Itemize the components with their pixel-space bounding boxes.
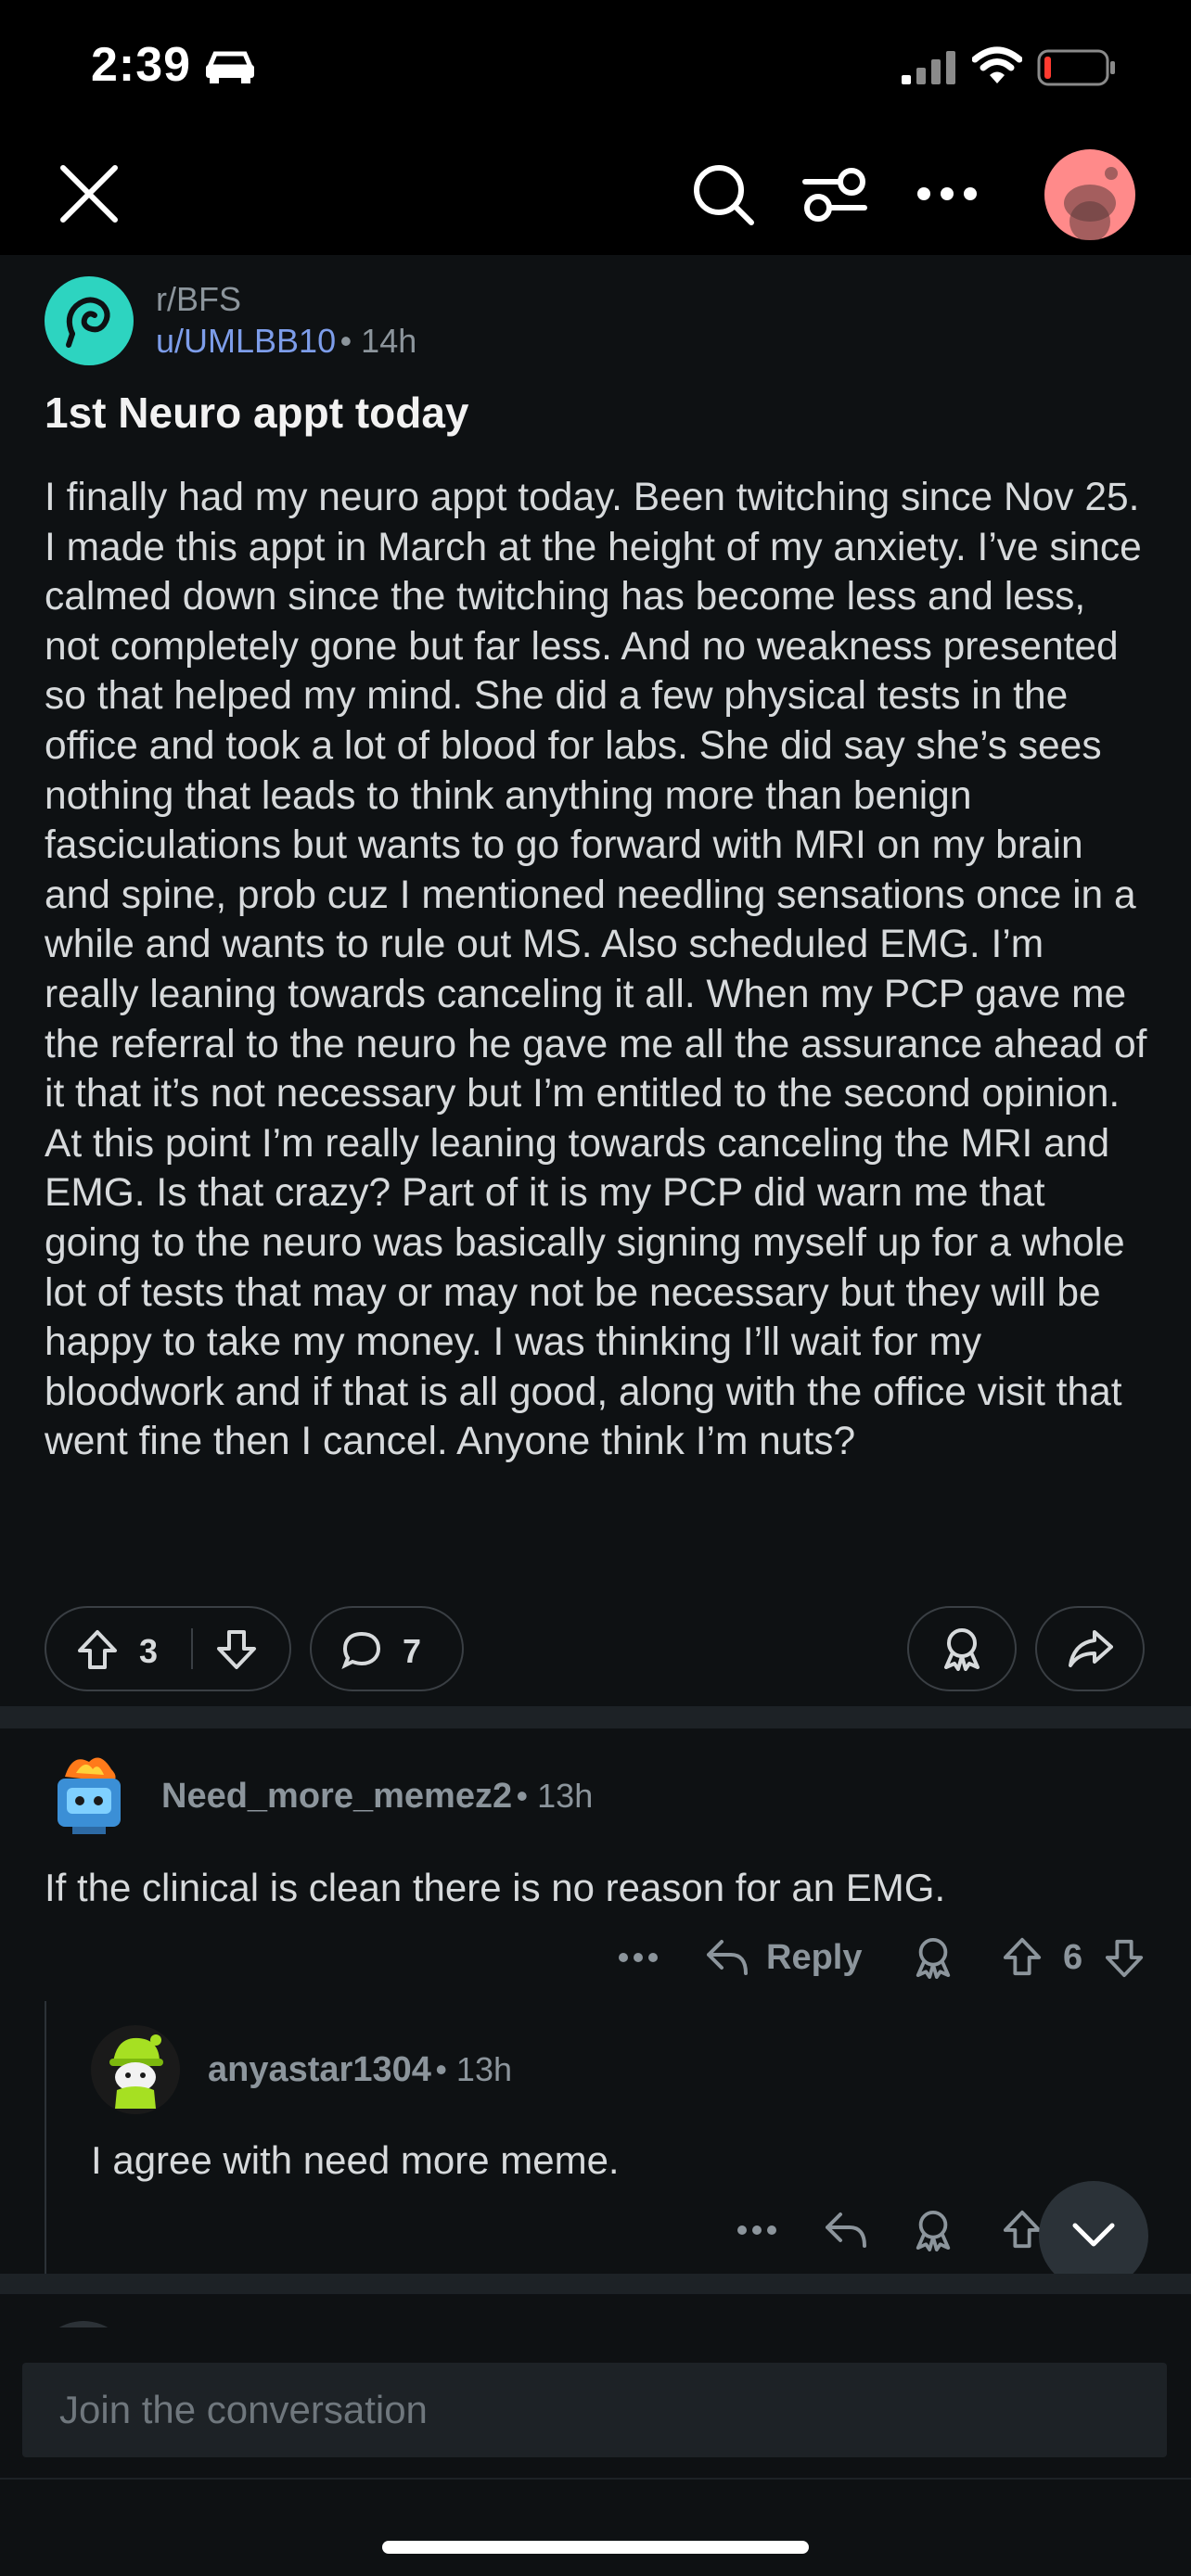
wifi-icon [972,46,1022,83]
dot-separator: • [339,322,362,360]
status-time: 2:39 [91,38,192,92]
comment-award-icon[interactable] [913,2209,954,2251]
comment-more-icon[interactable] [618,1951,659,1964]
status-bar: 2:39 [0,0,1191,139]
comment-text: I agree with need more meme. [91,2138,620,2182]
post-age: 14h [361,322,417,360]
post-author[interactable]: u/UMLBB10 [156,322,336,360]
comment-count: 7 [403,1632,422,1670]
post-title: 1st Neuro appt today [45,389,469,437]
thread-line [45,2001,46,2279]
comment-upvote-icon[interactable] [1002,1936,1043,1977]
post-vote-count: 3 [139,1632,159,1670]
chevron-down-icon [1072,2223,1115,2247]
car-icon [206,51,254,83]
comment-input[interactable]: Join the conversation [22,2363,1167,2457]
post-body: I finally had my neuro appt today. Been … [45,476,1147,1464]
section-divider [0,2274,1191,2294]
reply-icon[interactable] [824,2211,868,2250]
award-icon [944,1628,980,1671]
reply-icon[interactable] [705,1938,749,1977]
dot-separator: • [435,2050,456,2088]
commenter-avatar[interactable] [45,1749,134,1838]
comment-text: If the clinical is clean there is no rea… [45,1866,946,1909]
search-icon[interactable] [690,161,757,228]
reply-avatar[interactable] [91,2025,180,2114]
comment-more-icon[interactable] [736,2224,777,2237]
close-icon[interactable] [58,162,121,225]
comment-upvote-icon[interactable] [1002,2209,1043,2250]
comment-age: 13h [455,2050,512,2088]
top-navigation-bar [0,139,1191,255]
comment-downvote-icon[interactable] [1104,1938,1145,1979]
composer-divider [0,2478,1191,2480]
user-avatar-icon[interactable] [1044,149,1135,240]
home-indicator[interactable] [382,2541,809,2554]
share-icon [1069,1630,1113,1667]
dot-separator: • [516,1777,538,1815]
comment-award-icon[interactable] [913,1936,954,1979]
subreddit-name[interactable]: r/BFS [156,280,241,319]
more-options-icon[interactable] [916,185,978,202]
subreddit-icon[interactable] [45,276,134,365]
comment-age: 13h [537,1777,594,1815]
upvote-icon[interactable] [76,1628,119,1671]
comment-author[interactable]: anyastar1304 [208,2050,431,2089]
vote-divider [191,1628,193,1669]
section-divider [0,1706,1191,1728]
comment-author[interactable]: Need_more_memez2 [161,1777,512,1816]
comment-bubble-icon [341,1631,381,1669]
comment-vote-count: 6 [1063,1938,1083,1977]
signal-icon [902,51,955,84]
reply-button[interactable]: Reply [766,1938,862,1978]
battery-icon [1037,49,1115,86]
comments-button[interactable] [310,1606,464,1691]
sort-filter-icon[interactable] [801,161,868,228]
downvote-icon[interactable] [215,1628,258,1671]
